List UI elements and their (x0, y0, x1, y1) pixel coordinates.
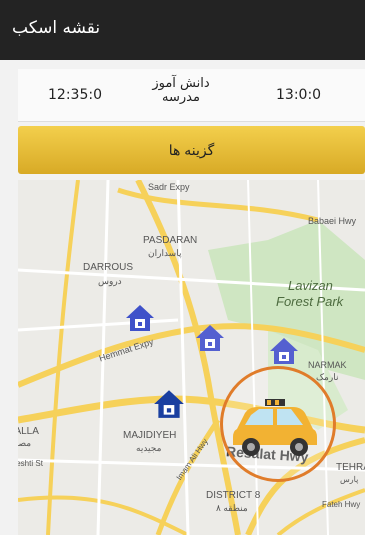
home-marker-icon[interactable] (268, 335, 300, 367)
area-label-osalla: OSALLA (18, 426, 39, 437)
options-button[interactable]: گزینه ها (18, 126, 365, 174)
area-label-majidiyeh: MAJIDIYEH (123, 430, 177, 441)
area-label-majidiyeh-fa: مجیدیه (136, 443, 162, 453)
trip-info-bar: 12:35:0 دانش آموز مدرسه 13:0:0 (18, 69, 365, 122)
taxi-location-ring[interactable] (220, 366, 336, 482)
park-label-forest: Forest Park (276, 294, 344, 309)
road-label-babaei: Babaei Hwy (308, 216, 357, 226)
map-view[interactable]: Sadr Expy Babaei Hwy PASDARAN پاسداران D… (18, 180, 365, 535)
home-marker-icon[interactable] (124, 302, 156, 334)
area-label-darrous-fa: دروس (98, 276, 122, 286)
area-label-darrous: DARROUS (83, 262, 134, 273)
area-label-tehran-fa: پارس (340, 475, 359, 484)
page-title: نقشه اسکب (12, 18, 101, 38)
area-label-district-fa: منطقه ۸ (216, 503, 248, 513)
area-label-osalla-fa: مصلی (18, 438, 32, 448)
road-label-fateh: Fateh Hwy (322, 500, 361, 509)
home-marker-icon[interactable] (152, 387, 186, 421)
road-label-sadr: Sadr Expy (148, 182, 190, 192)
start-time: 12:35:0 (48, 87, 102, 103)
area-label-district: DISTRICT 8 (206, 490, 261, 501)
park-label-lavizan: Lavizan (288, 278, 333, 293)
taxi-icon (233, 399, 317, 456)
student-label: دانش آموز مدرسه (152, 76, 210, 105)
home-marker-icon[interactable] (194, 322, 226, 354)
area-label-pasdaran-fa: پاسداران (148, 248, 182, 258)
end-time: 13:0:0 (276, 87, 322, 103)
road-label-beheshti: Beheshti St (18, 459, 43, 468)
map-roads (18, 180, 365, 535)
area-label-tehran: TEHRA (336, 462, 365, 473)
area-label-pasdaran: PASDARAN (143, 235, 198, 246)
app-bar: نقشه اسکب (0, 0, 365, 60)
